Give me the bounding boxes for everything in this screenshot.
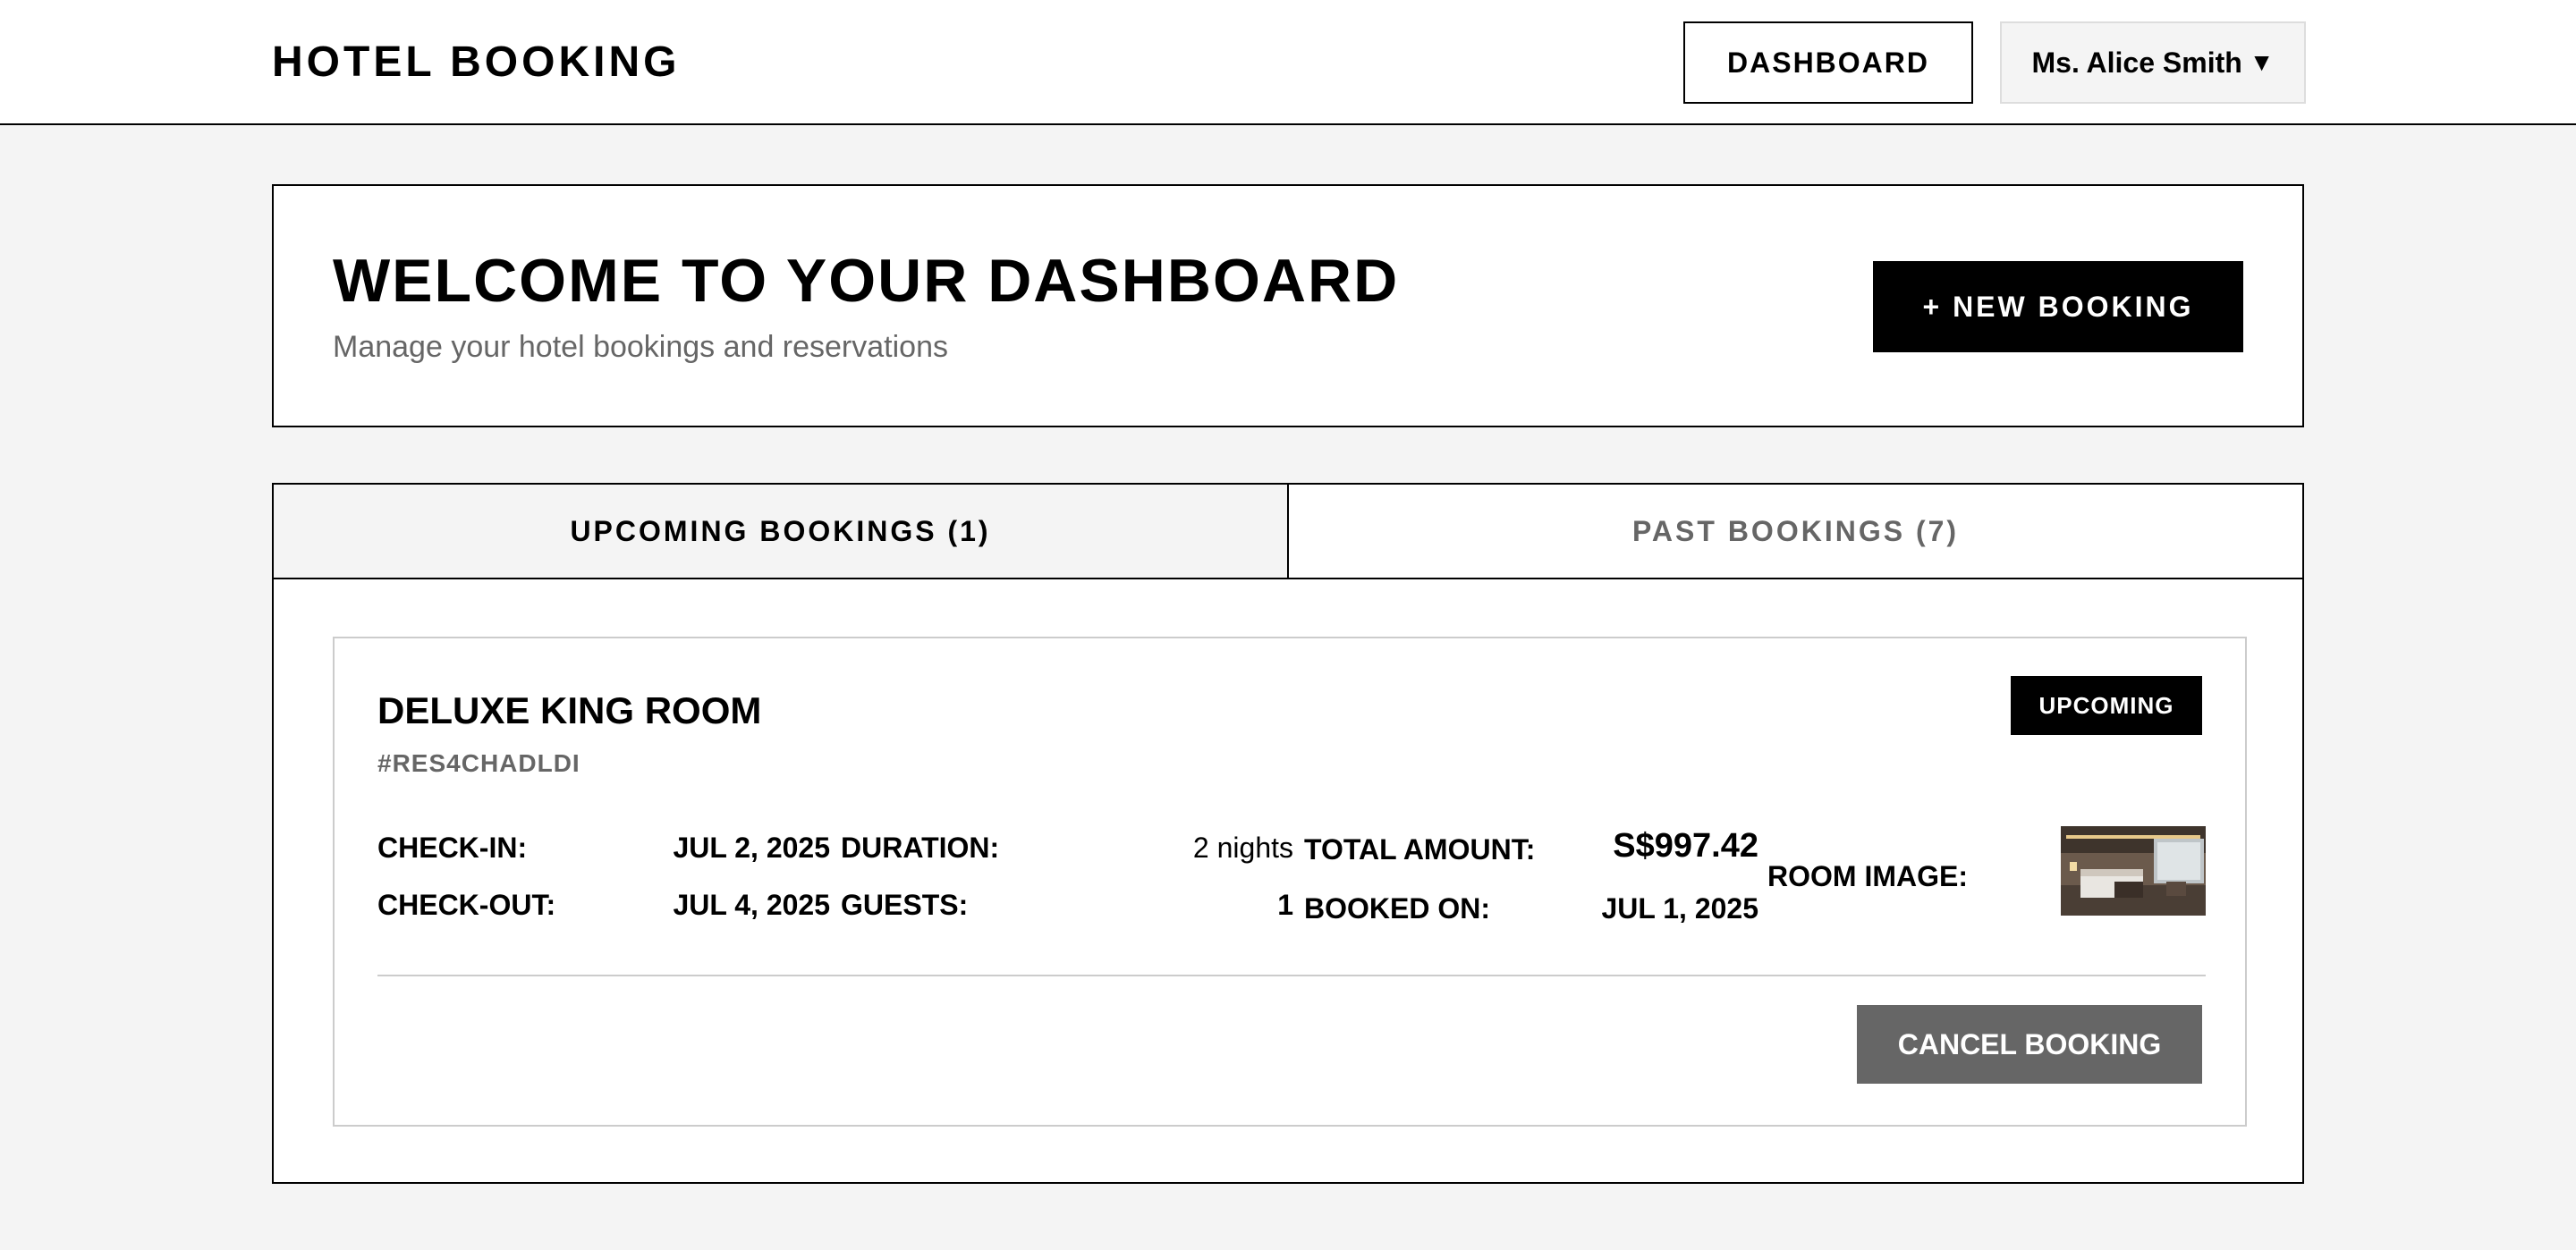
page-subtitle: Manage your hotel bookings and reservati… — [333, 330, 948, 364]
dashboard-button[interactable]: DASHBOARD — [1683, 21, 1973, 104]
cancel-booking-button[interactable]: CANCEL BOOKING — [1857, 1005, 2202, 1084]
reservation-code: #RES4CHADLDI — [377, 749, 580, 777]
bookings-tabs: UPCOMING BOOKINGS (1) PAST BOOKINGS (7) — [274, 485, 2302, 579]
checkout-label: CHECK-OUT: — [377, 889, 556, 921]
booked-on-label: BOOKED ON: — [1304, 892, 1490, 925]
checkout-value: JUL 4, 2025 — [673, 889, 830, 921]
page-title: WELCOME TO YOUR DASHBOARD — [333, 247, 1400, 315]
tab-past-bookings[interactable]: PAST BOOKINGS (7) — [1289, 485, 2302, 578]
booking-card: DELUXE KING ROOM #RES4CHADLDI UPCOMING C… — [333, 637, 2247, 1127]
user-name: Ms. Alice Smith — [2031, 46, 2242, 79]
welcome-card: WELCOME TO YOUR DASHBOARD Manage your ho… — [272, 184, 2304, 427]
room-name: DELUXE KING ROOM — [377, 689, 762, 731]
tab-upcoming-bookings[interactable]: UPCOMING BOOKINGS (1) — [274, 485, 1289, 578]
room-image-label: ROOM IMAGE: — [1767, 860, 1968, 892]
booked-on-value: JUL 1, 2025 — [1601, 892, 1758, 925]
total-amount-value: S$997.42 — [1613, 827, 1758, 865]
bookings-panel: UPCOMING BOOKINGS (1) PAST BOOKINGS (7) … — [272, 483, 2304, 1184]
brand-logo[interactable]: HOTEL BOOKING — [272, 36, 680, 89]
top-header: HOTEL BOOKING DASHBOARD Ms. Alice Smith … — [0, 0, 2576, 125]
checkin-label: CHECK-IN: — [377, 832, 528, 864]
user-menu-button[interactable]: Ms. Alice Smith ▼ — [2000, 21, 2306, 104]
caret-down-icon: ▼ — [2249, 48, 2275, 76]
status-badge: UPCOMING — [2011, 676, 2202, 735]
card-divider — [377, 975, 2206, 976]
duration-label: DURATION: — [841, 832, 1000, 864]
new-booking-button[interactable]: + NEW BOOKING — [1873, 261, 2243, 352]
guests-value: 1 — [1277, 889, 1293, 921]
guests-label: GUESTS: — [841, 889, 969, 921]
duration-value: 2 nights — [1192, 832, 1293, 864]
total-amount-label: TOTAL AMOUNT: — [1304, 833, 1536, 866]
checkin-value: JUL 2, 2025 — [673, 832, 830, 864]
room-image[interactable] — [2061, 826, 2206, 916]
